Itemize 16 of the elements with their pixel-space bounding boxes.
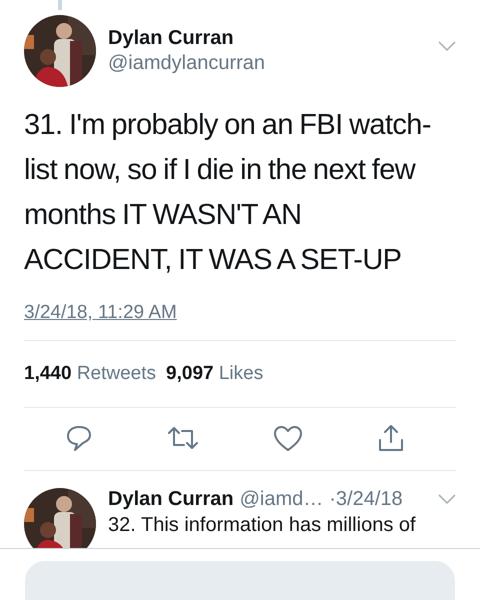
retweet-icon[interactable]	[167, 425, 199, 451]
author-handle: @iamdylancurran	[108, 52, 266, 75]
tweet-date: ·3/24/18	[329, 488, 403, 511]
share-icon[interactable]	[377, 424, 405, 452]
stat-count[interactable]: 1,440 Retweets	[24, 363, 156, 385]
reply-field[interactable]	[25, 561, 455, 600]
author-name: Dylan Curran	[108, 27, 235, 50]
stat-count[interactable]: 9,097 Likes	[166, 363, 264, 385]
tweet-text: 32. This information has millions of	[108, 514, 417, 537]
author-handle: @iamd…	[240, 488, 324, 511]
timestamp-link[interactable]: 3/24/18, 11:29 AM	[24, 302, 177, 324]
reply-icon[interactable]	[65, 424, 93, 452]
author-name: Dylan Curran	[108, 488, 234, 511]
avatar	[24, 488, 96, 548]
heart-icon[interactable]	[273, 424, 303, 452]
tweet-text: 31. I'm probably on an FBI watch-list now, so if I die in the next few months IT WASN'T AN ACCIDENT, IT WAS A SET-UP	[24, 108, 432, 278]
